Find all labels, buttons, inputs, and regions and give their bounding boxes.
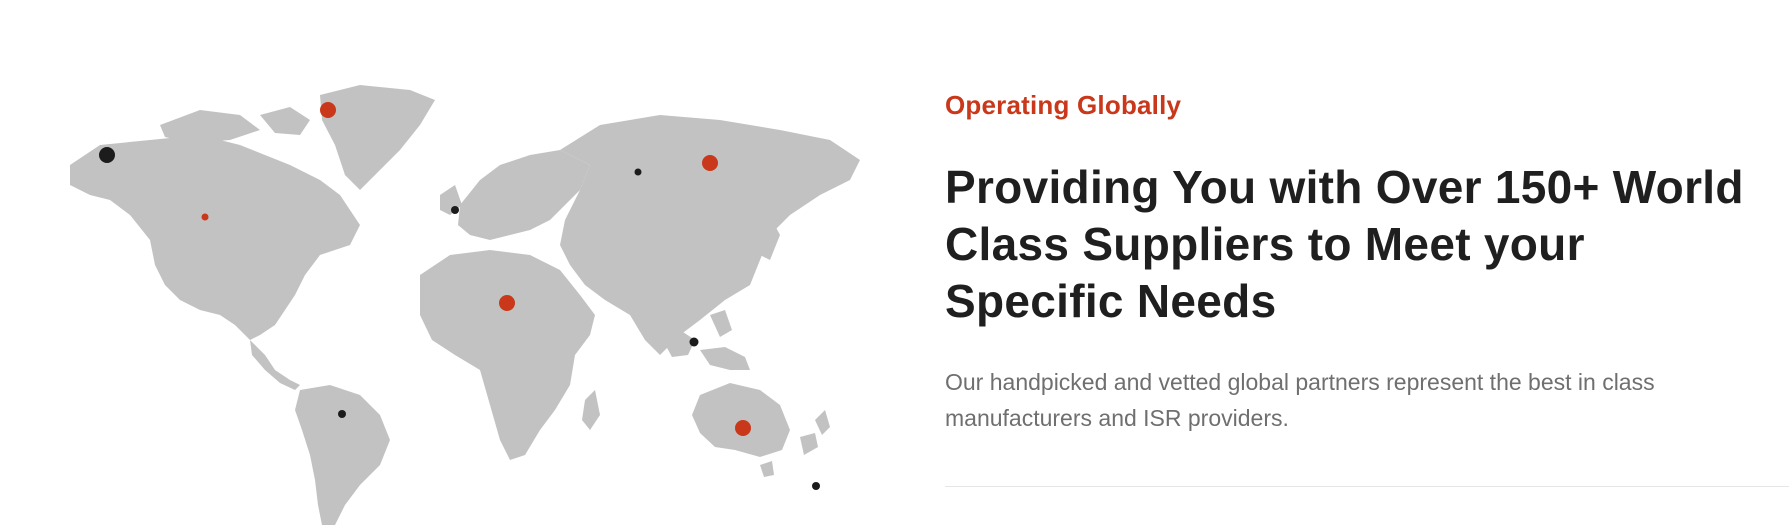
map-marker-new-zealand[interactable] bbox=[812, 482, 820, 490]
map-marker-greenland[interactable] bbox=[320, 102, 336, 118]
asia-landmass bbox=[560, 115, 860, 355]
section-headline: Providing You with Over 150+ World Class… bbox=[945, 161, 1744, 327]
map-marker-russia-east[interactable] bbox=[702, 155, 718, 171]
map-marker-south-america[interactable] bbox=[338, 410, 346, 418]
map-marker-australia[interactable] bbox=[735, 420, 751, 436]
world-map-icon bbox=[70, 85, 860, 525]
world-map bbox=[60, 85, 880, 525]
map-marker-north-america[interactable] bbox=[201, 213, 209, 221]
map-marker-united-kingdom[interactable] bbox=[451, 206, 459, 214]
section-description: Our handpicked and vetted global partner… bbox=[945, 369, 1655, 431]
south-america-landmass bbox=[295, 385, 390, 525]
map-marker-russia-west[interactable] bbox=[634, 168, 642, 176]
north-america-landmass bbox=[70, 135, 360, 340]
section-divider bbox=[945, 486, 1789, 487]
map-marker-alaska[interactable] bbox=[99, 147, 115, 163]
australia-landmass bbox=[692, 383, 790, 457]
africa-landmass bbox=[420, 250, 595, 460]
section-eyebrow: Operating Globally bbox=[945, 90, 1182, 120]
map-marker-central-africa[interactable] bbox=[499, 295, 515, 311]
map-marker-southeast-asia[interactable] bbox=[689, 337, 699, 347]
global-operations-content: Operating Globally Providing You with Ov… bbox=[945, 90, 1775, 436]
greenland-landmass bbox=[320, 85, 435, 190]
